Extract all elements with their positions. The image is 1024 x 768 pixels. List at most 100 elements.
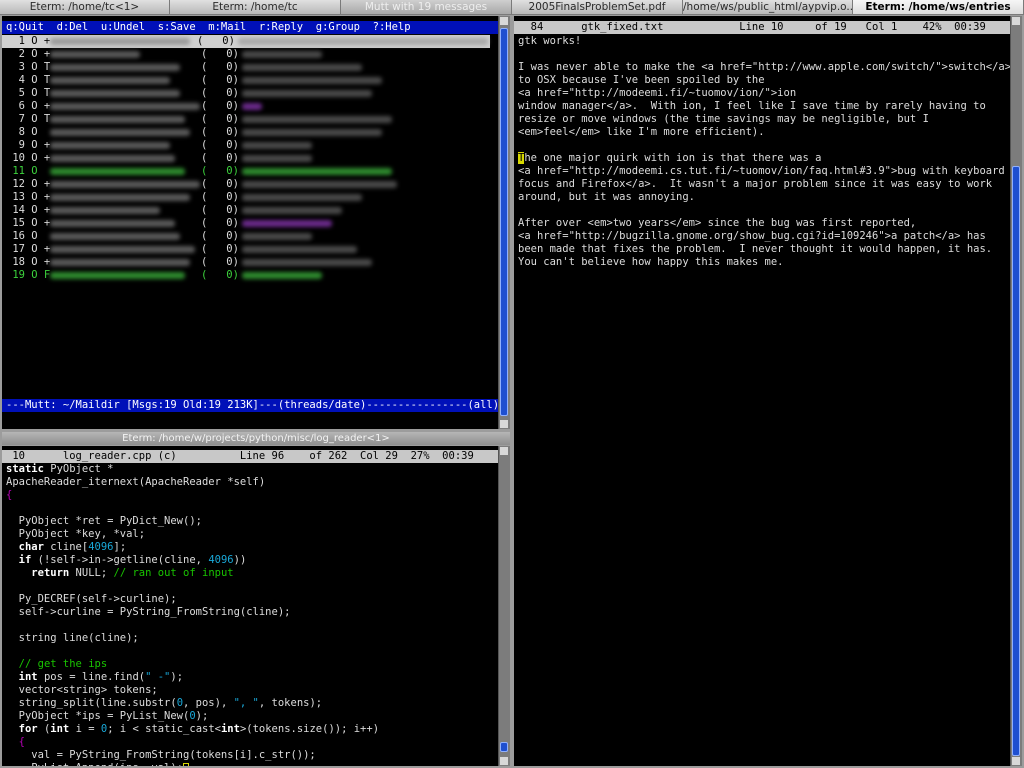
text-scrollbar[interactable]: [1010, 16, 1022, 766]
tab-pdf-problemset[interactable]: 2005FinalsProblemSet.pdf: [512, 0, 683, 15]
message-row[interactable]: 18 O + ( 0): [6, 256, 494, 269]
message-row[interactable]: 11 O ( 0): [6, 165, 494, 178]
scroll-down-arrow-icon[interactable]: [1012, 757, 1020, 765]
message-subject-redacted: [242, 207, 342, 214]
message-subject-redacted: [242, 129, 382, 136]
code-scrollbar[interactable]: [498, 446, 510, 766]
message-sender-redacted: [50, 37, 190, 45]
message-row[interactable]: 19 O F ( 0): [6, 269, 494, 282]
scrollbar-thumb[interactable]: [500, 742, 508, 752]
message-row[interactable]: 8 O ( 0): [6, 126, 494, 139]
scroll-up-arrow-icon[interactable]: [500, 17, 508, 25]
message-row[interactable]: 2 O + ( 0): [6, 48, 494, 61]
message-sender-redacted: [50, 89, 180, 97]
message-number: 18 O +: [6, 256, 51, 268]
scroll-up-arrow-icon[interactable]: [500, 447, 508, 455]
message-row[interactable]: 15 O + ( 0): [6, 217, 494, 230]
message-row[interactable]: 1 O + ( 0): [2, 35, 490, 48]
message-sender-redacted: [50, 63, 180, 71]
scrollbar-thumb[interactable]: [1012, 166, 1020, 756]
message-number: 13 O +: [6, 191, 51, 203]
editor-right-status: 84 gtk_fixed.txt Line 10 of 19 Col 1 42%…: [514, 21, 1010, 34]
message-number: 3 O T: [6, 61, 51, 73]
mutt-scrollbar[interactable]: [498, 16, 510, 429]
scrollbar-thumb[interactable]: [500, 28, 508, 416]
message-row[interactable]: 6 O + ( 0): [6, 100, 494, 113]
scroll-down-arrow-icon[interactable]: [500, 757, 508, 765]
tab-bar: Eterm: /home/tc<1> Eterm: /home/tc Mutt …: [0, 0, 1024, 15]
message-size: ( 0): [197, 35, 235, 47]
message-sender-redacted: [50, 232, 180, 240]
message-row[interactable]: 17 O + ( 0): [6, 243, 494, 256]
message-sender-redacted: [50, 154, 175, 162]
message-number: 10 O +: [6, 152, 51, 164]
message-row[interactable]: 10 O + ( 0): [6, 152, 494, 165]
text-line: been made that fixes the problem. I neve…: [518, 243, 993, 255]
message-number: 16 O: [6, 230, 38, 242]
tab-eterm-home-tc[interactable]: Eterm: /home/tc: [170, 0, 341, 15]
message-subject-redacted: [242, 259, 372, 266]
text-line: <a href="http://bugzilla.gnome.org/show_…: [518, 230, 986, 242]
text-line: window manager</a>. With ion, I feel lik…: [518, 100, 986, 112]
message-row[interactable]: 14 O + ( 0): [6, 204, 494, 217]
message-sender-redacted: [50, 76, 170, 84]
code-line: // get the ips: [18, 658, 108, 670]
tab-mutt[interactable]: Mutt with 19 messages: [341, 0, 512, 15]
message-number: 5 O T: [6, 87, 51, 99]
message-number: 19 O F: [6, 269, 51, 281]
message-row[interactable]: 9 O + ( 0): [6, 139, 494, 152]
message-size: ( 0): [201, 126, 239, 138]
message-number: 4 O T: [6, 74, 51, 86]
text-line: gtk works!: [518, 35, 582, 47]
text-line: <a href="http://modeemi.cs.tut.fi/~tuomo…: [518, 165, 1005, 177]
text-line: to OSX because I've been spoiled by the: [518, 74, 765, 86]
message-sender-redacted: [50, 115, 185, 123]
mutt-help-line: q:Quit d:Del u:Undel s:Save m:Mail r:Rep…: [2, 21, 498, 34]
scroll-up-arrow-icon[interactable]: [1012, 17, 1020, 25]
message-number: 15 O +: [6, 217, 51, 229]
message-row[interactable]: 13 O + ( 0): [6, 191, 494, 204]
message-size: ( 0): [201, 256, 239, 268]
message-size: ( 0): [201, 139, 239, 151]
mutt-pane[interactable]: q:Quit d:Del u:Undel s:Save m:Mail r:Rep…: [2, 16, 498, 429]
message-size: ( 0): [201, 178, 239, 190]
tab-eterm-home-tc-1[interactable]: Eterm: /home/tc<1>: [0, 0, 170, 15]
message-number: 17 O +: [6, 243, 51, 255]
message-size: ( 0): [201, 113, 239, 125]
message-sender-redacted: [50, 193, 190, 201]
message-sender-redacted: [50, 206, 160, 214]
message-row[interactable]: 16 O ( 0): [6, 230, 494, 243]
message-subject-redacted: [242, 246, 357, 253]
message-subject-redacted: [242, 90, 372, 97]
text-line: <em>feel</em> like I'm more efficient).: [518, 126, 765, 138]
message-number: 1 O +: [6, 35, 51, 47]
code-line: Py_DECREF(self->curline);: [6, 593, 177, 605]
message-sender-redacted: [50, 219, 175, 227]
text-line: <a href="http://modeemi.fi/~tuomov/ion/"…: [518, 87, 797, 99]
code-line: PyObject *ret = PyDict_New();: [6, 515, 202, 527]
message-subject-redacted: [242, 103, 262, 110]
code-line: PyObject *key, *val;: [6, 528, 146, 540]
message-row[interactable]: 4 O T ( 0): [6, 74, 494, 87]
tab-public-html[interactable]: /home/ws/public_html/aypvip.o...: [683, 0, 853, 15]
message-subject-redacted: [238, 38, 488, 45]
scroll-down-arrow-icon[interactable]: [500, 420, 508, 428]
code-editor-pane[interactable]: 10 log_reader.cpp (c) Line 96 of 262 Col…: [2, 446, 498, 766]
message-row[interactable]: 12 O + ( 0): [6, 178, 494, 191]
message-sender-redacted: [50, 258, 190, 266]
text-cursor: T: [518, 152, 525, 164]
code-line: {: [18, 736, 25, 748]
message-size: ( 0): [201, 48, 239, 60]
message-row[interactable]: 3 O T ( 0): [6, 61, 494, 74]
message-sender-redacted: [50, 180, 200, 188]
text-editor-pane[interactable]: 84 gtk_fixed.txt Line 10 of 19 Col 1 42%…: [514, 16, 1010, 766]
editor-left-status: 10 log_reader.cpp (c) Line 96 of 262 Col…: [2, 450, 498, 463]
message-row[interactable]: 7 O T ( 0): [6, 113, 494, 126]
message-subject-redacted: [242, 155, 312, 162]
code-line: if (!self->in->getline(cline, 4096)): [18, 554, 247, 566]
message-row[interactable]: 5 O T ( 0): [6, 87, 494, 100]
message-sender-redacted: [50, 50, 140, 58]
tab-eterm-entries[interactable]: Eterm: /home/ws/entries: [853, 0, 1024, 15]
